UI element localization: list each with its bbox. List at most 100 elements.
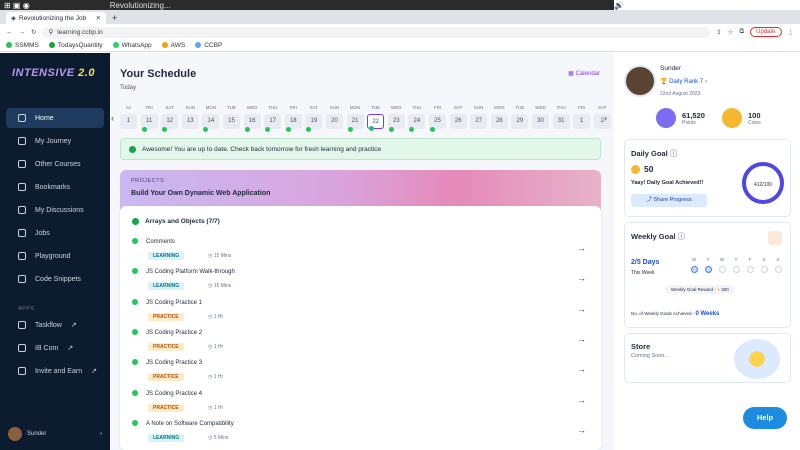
sidebar-item-ib-com[interactable]: IB Com ↗ — [6, 338, 104, 358]
share-icon[interactable]: ⇪ — [716, 28, 721, 36]
day-cell[interactable]: SAT 12 — [161, 105, 179, 132]
volume-icon[interactable]: 🔊 — [614, 1, 624, 10]
bookmark-item[interactable]: WhatsApp — [112, 42, 152, 49]
day-label: FRI — [433, 105, 442, 110]
forward-icon[interactable]: → — [19, 29, 26, 36]
calendar-icon: ▦ — [568, 71, 574, 77]
day-cell[interactable]: SAT 2 — [593, 105, 611, 129]
next-arrow-icon[interactable]: › — [604, 113, 607, 123]
info-icon: ⓘ — [677, 232, 686, 241]
day-cell[interactable]: THU 31 — [552, 105, 570, 129]
arrow-right-icon[interactable]: → — [577, 243, 586, 253]
day-cell[interactable]: TUE 15 — [223, 105, 240, 129]
bookmark-item[interactable]: SSMMS — [6, 42, 39, 49]
prev-arrow-icon[interactable]: ‹ — [111, 113, 114, 123]
day-number: 26 — [449, 114, 467, 129]
day-label: SAT — [598, 105, 607, 110]
day-cell[interactable]: SAT 26 — [449, 105, 467, 129]
check-icon — [132, 218, 139, 225]
menu-icon[interactable]: ⋮ — [788, 28, 795, 36]
sidebar-item-other-courses[interactable]: Other Courses — [6, 154, 104, 174]
calendar-link[interactable]: ▦ Calendar — [568, 70, 600, 77]
logo[interactable]: INTENSIVE 2.0 — [12, 67, 95, 79]
day-cell[interactable]: SUN 27 — [470, 105, 488, 129]
sidebar-item-jobs[interactable]: Jobs — [6, 223, 104, 243]
arrow-right-icon[interactable]: → — [577, 425, 586, 435]
day-number: 23 — [387, 114, 405, 132]
arrow-right-icon[interactable]: → — [577, 304, 586, 314]
url-text: learning.ccbp.in — [57, 28, 103, 36]
day-cell[interactable]: SAT 19 — [305, 105, 323, 132]
sidebar-item-bookmarks[interactable]: Bookmarks — [6, 177, 104, 197]
day-label: THU — [268, 105, 278, 110]
session-item[interactable]: JS Coding Platform Walk-through LEARNING ◷… — [132, 267, 596, 293]
day-cell[interactable]: THU 17 — [264, 105, 282, 132]
day-number: 1 — [120, 114, 137, 129]
daily-rank-link[interactable]: 🏆 Daily Rank 7 › — [660, 78, 707, 85]
weekday-item: T — [731, 257, 741, 273]
check-icon — [203, 127, 209, 132]
sidebar-item-home[interactable]: Home — [6, 108, 104, 128]
back-icon[interactable]: ← — [6, 29, 13, 36]
user-menu[interactable]: Sunder › — [8, 427, 102, 441]
project-banner[interactable]: PROJECTS Build Your Own Dynamic Web Appl… — [120, 170, 601, 210]
arrow-right-icon[interactable]: → — [577, 364, 586, 374]
new-tab-icon[interactable]: + — [106, 12, 123, 24]
close-tab-icon[interactable]: ✕ — [96, 14, 101, 22]
app-icons[interactable]: ⊞ ▣ ◉ — [4, 1, 30, 10]
session-item[interactable]: A Note on Software Compatibility LEARNING… — [132, 419, 596, 445]
url-field[interactable]: ⚲ learning.ccbp.in — [42, 26, 711, 38]
arrow-right-icon[interactable]: → — [577, 273, 586, 283]
arrow-right-icon[interactable]: → — [577, 334, 586, 344]
site-info-icon[interactable]: ⚲ — [48, 28, 53, 36]
extensions-icon[interactable]: ⧉ — [739, 28, 744, 36]
profile-avatar[interactable] — [624, 65, 656, 97]
help-button[interactable]: Help — [743, 407, 787, 429]
day-cell[interactable]: WED 30 — [532, 105, 549, 129]
day-cell[interactable]: IU 1 — [120, 105, 137, 129]
sidebar-item-taskflow[interactable]: Taskflow ↗ — [6, 315, 104, 335]
day-cell[interactable]: WED 16 — [243, 105, 261, 132]
session-item[interactable]: JS Coding Practice 4 PRACTICE ◷ 1 Hr → — [132, 389, 596, 415]
day-cell[interactable]: WED 23 — [387, 105, 405, 132]
update-button[interactable]: Update — [750, 27, 782, 37]
day-cell[interactable]: FRI 18 — [284, 105, 302, 132]
day-cell[interactable]: MON 21 — [346, 105, 364, 132]
sidebar-item-playground[interactable]: Playground — [6, 246, 104, 266]
day-cell[interactable]: FRI 1 — [573, 105, 591, 129]
day-cell[interactable]: SUN 13 — [181, 105, 199, 129]
session-item[interactable]: JS Coding Practice 2 PRACTICE ◷ 1 Hr → — [132, 328, 596, 354]
clock[interactable]: 03:25:33 PM IST — [648, 1, 709, 10]
section-header[interactable]: Arrays and Objects (7/7) — [132, 218, 220, 225]
day-label: IU — [126, 105, 131, 110]
session-item[interactable]: Comments LEARNING ◷ 15 Mins → — [132, 237, 596, 263]
bookmark-item[interactable]: TodaysQuantity — [48, 42, 103, 49]
store-card[interactable]: Store Coming Soon... — [624, 333, 791, 383]
day-cell[interactable]: FRI 25 — [429, 105, 446, 132]
bookmark-item[interactable]: AWS — [161, 42, 185, 49]
day-cell[interactable]: SUN 20 — [326, 105, 343, 129]
arrow-right-icon[interactable]: → — [577, 395, 586, 405]
session-tag: PRACTICE — [148, 342, 184, 351]
day-cell[interactable]: TUE 22 — [367, 105, 385, 131]
sidebar-item-invite-and-earn[interactable]: Invite and Earn ↗ — [6, 361, 104, 381]
day-cell[interactable]: MON 28 — [490, 105, 508, 129]
weekday-tracker: MTWTFSS — [689, 257, 789, 277]
star-icon[interactable]: ☆ — [728, 28, 734, 36]
reload-icon[interactable]: ↻ — [31, 28, 36, 36]
session-item[interactable]: JS Coding Practice 3 PRACTICE ◷ 1 Hr → — [132, 358, 596, 384]
bookmark-item[interactable]: CCBP — [195, 42, 222, 49]
day-cell[interactable]: THU 24 — [408, 105, 426, 132]
day-cell[interactable]: TUE 29 — [511, 105, 529, 129]
session-tag: LEARNING — [148, 433, 185, 442]
share-progress-button[interactable]: ⤴ Share Progress — [631, 194, 707, 207]
day-cell[interactable]: FRI 11 — [140, 105, 158, 132]
browser-tab[interactable]: ◈ Revolutionizing the Job ✕ — [6, 12, 106, 24]
sidebar-item-my-journey[interactable]: My Journey — [6, 131, 104, 151]
session-item[interactable]: JS Coding Practice 1 PRACTICE ◷ 1 Hr → — [132, 298, 596, 324]
sidebar-item-code-snippets[interactable]: Code Snippets — [6, 269, 104, 289]
day-label: THU — [556, 105, 566, 110]
sidebar-item-my-discussions[interactable]: My Discussions — [6, 200, 104, 220]
lang-indicator[interactable]: IST — [630, 1, 642, 10]
day-cell[interactable]: MON 14 — [202, 105, 220, 132]
